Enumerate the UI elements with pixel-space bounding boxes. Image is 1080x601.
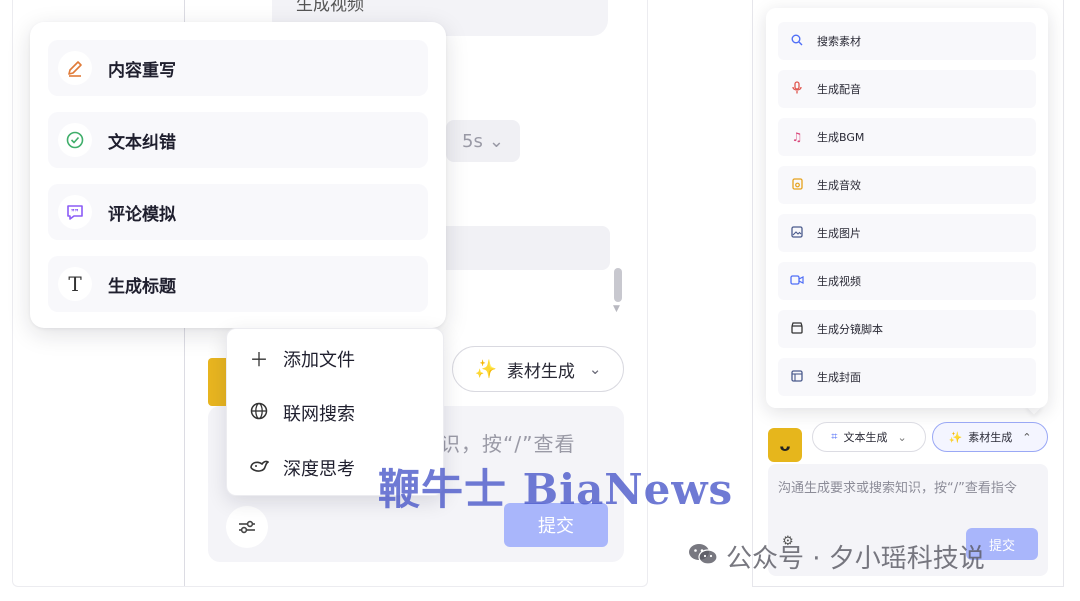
- duration-value: 5s: [462, 130, 483, 152]
- menu-item-label: 生成配音: [817, 83, 861, 96]
- input-placeholder: 沟通生成要求或搜索知识，按“/”查看指令: [778, 481, 1017, 496]
- menu-item-generate-title[interactable]: T 生成标题: [48, 256, 428, 312]
- clapperboard-icon: [790, 321, 804, 337]
- duration-select[interactable]: 5s ⌄: [446, 120, 520, 162]
- scrollbar-thumb[interactable]: [614, 268, 622, 302]
- bianews-watermark: 鞭牛士 BiaNews: [378, 465, 734, 514]
- sound-effect-icon: [790, 177, 804, 193]
- menu-item-label: 文本纠错: [108, 132, 176, 153]
- menu-item-generate-voiceover[interactable]: 生成配音: [778, 70, 1036, 108]
- menu-item-label: 添加文件: [283, 349, 355, 371]
- left-panel: 生成视频 5s ⌄ ▼ ✨ 素材生成 ⌄ 识，按“/”查看 提交 内容重写 文本…: [0, 0, 732, 601]
- text-generate-label: 文本生成: [843, 431, 888, 444]
- layout-icon: [790, 369, 804, 385]
- asset-generate-label: 素材生成: [968, 431, 1013, 444]
- music-note-icon: ♫: [791, 130, 803, 144]
- background-input-bar[interactable]: [430, 226, 610, 270]
- check-circle-icon: [58, 123, 92, 157]
- image-icon: [790, 225, 804, 241]
- scroll-down-icon[interactable]: ▼: [613, 304, 620, 314]
- asset-menu: 搜索素材 生成配音 ♫ 生成BGM 生成音效 生成图片 生成视频 生成分镜脚本: [766, 8, 1048, 408]
- menu-item-label: 搜索素材: [817, 35, 861, 48]
- menu-item-label: 生成图片: [817, 227, 861, 240]
- sparkle-icon: ✨: [948, 430, 963, 444]
- menu-item-search-assets[interactable]: 搜索素材: [778, 22, 1036, 60]
- microphone-icon: [790, 81, 804, 97]
- menu-item-generate-bgm[interactable]: ♫ 生成BGM: [778, 118, 1036, 156]
- menu-item-label: 生成标题: [108, 276, 176, 297]
- menu-item-comment-simulation[interactable]: ❞❞ 评论模拟: [48, 184, 428, 240]
- chevron-down-icon: ⌄: [488, 130, 504, 152]
- avatar: ᴗ: [768, 428, 802, 462]
- menu-item-label: 生成分镜脚本: [817, 323, 883, 336]
- menu-item-label: 联网搜索: [283, 404, 355, 425]
- chevron-down-icon: ⌄: [897, 430, 907, 444]
- text-generate-button[interactable]: ⌗ 文本生成 ⌄: [812, 422, 926, 452]
- material-generate-button[interactable]: ✨ 素材生成 ⌄: [452, 346, 624, 392]
- sliders-icon: [239, 520, 255, 534]
- menu-item-label: 内容重写: [108, 60, 176, 81]
- menu-item-content-rewrite[interactable]: 内容重写: [48, 40, 428, 96]
- wechat-icon: [688, 542, 718, 572]
- wechat-watermark: 公众号 · 夕小瑶科技说: [688, 538, 985, 575]
- menu-item-label: 生成BGM: [817, 131, 865, 144]
- wechat-watermark-text: 公众号 · 夕小瑶科技说: [726, 544, 985, 574]
- menu-item-label: 评论模拟: [108, 204, 176, 225]
- sparkle-icon: ✨: [474, 358, 497, 380]
- menu-item-generate-cover[interactable]: 生成封面: [778, 358, 1036, 396]
- input-placeholder: 识，按“/”查看: [440, 432, 576, 456]
- menu-item-label: 生成视频: [817, 275, 861, 288]
- chevron-down-icon: ⌄: [588, 360, 602, 378]
- avatar: [208, 358, 226, 406]
- menu-item-label: 深度思考: [283, 459, 355, 480]
- menu-item-web-search[interactable]: 联网搜索: [249, 400, 355, 426]
- chevron-up-icon: ⌃: [1022, 430, 1032, 444]
- menu-item-generate-video[interactable]: 生成视频: [778, 262, 1036, 300]
- menu-item-generate-image[interactable]: 生成图片: [778, 214, 1036, 252]
- menu-item-deep-thinking[interactable]: 深度思考: [249, 455, 355, 481]
- tag-icon: ⌗: [831, 430, 838, 443]
- rewrite-menu: 内容重写 文本纠错 ❞❞ 评论模拟 T 生成标题: [30, 22, 446, 328]
- whale-icon: [249, 457, 270, 479]
- video-camera-icon: [790, 274, 804, 288]
- text-t-icon: T: [58, 267, 92, 301]
- menu-item-generate-storyboard[interactable]: 生成分镜脚本: [778, 310, 1036, 348]
- background-video-text: 生成视频: [296, 0, 364, 15]
- settings-tune-button[interactable]: [226, 506, 268, 548]
- material-generate-label: 素材生成: [506, 361, 575, 382]
- menu-item-add-file[interactable]: ＋ 添加文件: [249, 345, 355, 372]
- svg-text:❞❞: ❞❞: [71, 208, 79, 216]
- pen-icon: [58, 51, 92, 85]
- menu-item-text-correction[interactable]: 文本纠错: [48, 112, 428, 168]
- menu-item-label: 生成音效: [817, 179, 861, 192]
- menu-item-generate-sound-effect[interactable]: 生成音效: [778, 166, 1036, 204]
- search-icon: [790, 34, 804, 49]
- menu-item-label: 生成封面: [817, 371, 861, 384]
- plus-icon: ＋: [249, 349, 269, 371]
- quote-icon: ❞❞: [58, 195, 92, 229]
- asset-generate-button[interactable]: ✨ 素材生成 ⌃: [932, 422, 1048, 452]
- globe-icon: [249, 402, 269, 425]
